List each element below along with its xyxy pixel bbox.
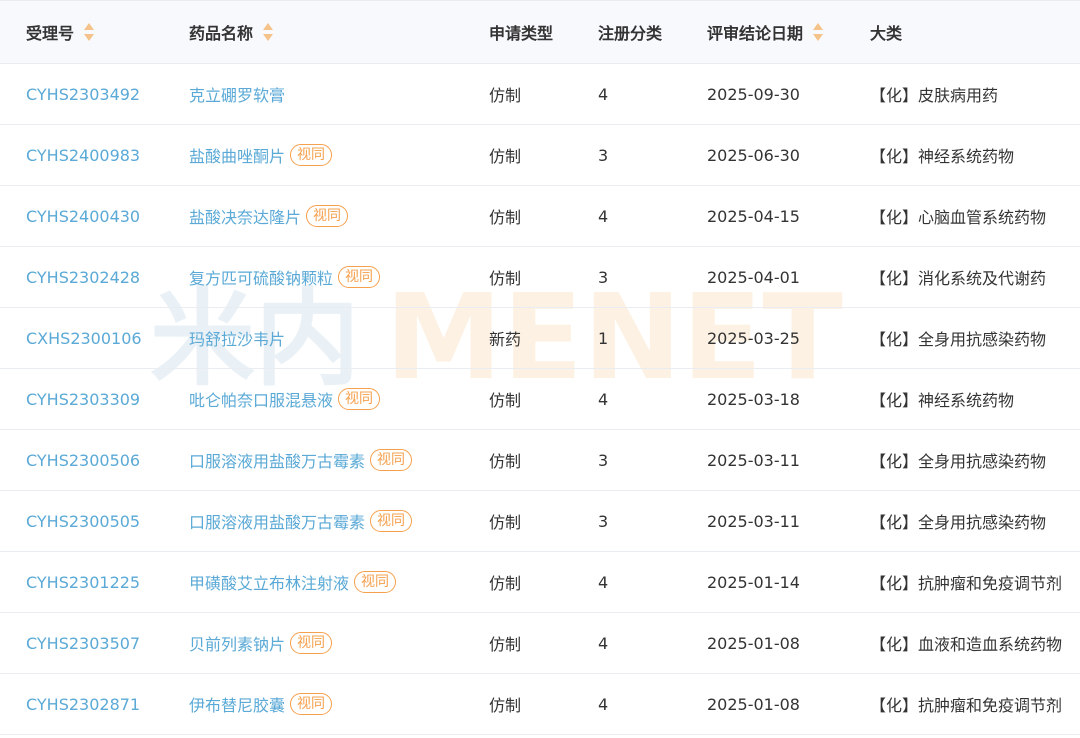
registration-class: 4 [598, 389, 609, 409]
registration-class: 4 [598, 633, 609, 653]
drug-name-link[interactable]: 吡仑帕奈口服混悬液 [189, 387, 333, 411]
receipt-no-link[interactable]: CYHS2303492 [26, 85, 140, 104]
sort-icon[interactable] [812, 22, 824, 42]
drug-name-link[interactable]: 盐酸决奈达隆片 [189, 204, 301, 228]
equivalent-tag: 视同 [290, 632, 333, 654]
registration-class: 4 [598, 694, 609, 714]
table-header: 受理号 药品名称 申请类型 注册分类 评审结论日期 大类 [0, 0, 1080, 64]
review-date: 2025-09-30 [707, 84, 800, 104]
registration-class: 3 [598, 145, 609, 165]
table-body: CYHS2303492 克立硼罗软膏 仿制 4 2025-09-30 【化】皮肤… [0, 64, 1080, 735]
drug-name-link[interactable]: 口服溶液用盐酸万古霉素 [189, 448, 365, 472]
header-review-date[interactable]: 评审结论日期 [707, 1, 824, 63]
equivalent-tag: 视同 [370, 449, 413, 471]
receipt-no-link[interactable]: CYHS2300505 [26, 512, 140, 531]
registration-class: 1 [598, 328, 609, 348]
application-type: 仿制 [489, 513, 522, 532]
receipt-no-link[interactable]: CYHS2303507 [26, 634, 140, 653]
drug-name-link[interactable]: 口服溶液用盐酸万古霉素 [189, 509, 365, 533]
receipt-no-link[interactable]: CYHS2302871 [26, 695, 140, 714]
review-date: 2025-01-14 [707, 572, 800, 592]
drug-name-link[interactable]: 甲磺酸艾立布林注射液 [189, 570, 349, 594]
receipt-no-link[interactable]: CYHS2400430 [26, 207, 140, 226]
application-type: 仿制 [489, 452, 522, 471]
review-date: 2025-03-25 [707, 328, 800, 348]
review-date: 2025-04-01 [707, 267, 800, 287]
application-type: 仿制 [489, 391, 522, 410]
application-type: 仿制 [489, 147, 522, 166]
application-type: 仿制 [489, 635, 522, 654]
equivalent-tag: 视同 [370, 510, 413, 532]
receipt-no-link[interactable]: CYHS2302428 [26, 268, 140, 287]
registration-class: 3 [598, 267, 609, 287]
category: 【化】神经系统药物 [870, 391, 1015, 410]
table-row: CYHS2300505 口服溶液用盐酸万古霉素 视同 仿制 3 2025-03-… [0, 491, 1080, 552]
receipt-no-link[interactable]: CXHS2300106 [26, 329, 142, 348]
review-date: 2025-03-18 [707, 389, 800, 409]
drug-name-link[interactable]: 盐酸曲唑酮片 [189, 143, 285, 167]
table-row: CYHS2301225 甲磺酸艾立布林注射液 视同 仿制 4 2025-01-1… [0, 552, 1080, 613]
category: 【化】血液和造血系统药物 [870, 635, 1063, 654]
drug-review-table: 米内 MENET 受理号 药品名称 申请类型 注册分类 评审结论日期 大类 CY… [0, 0, 1080, 738]
registration-class: 4 [598, 206, 609, 226]
review-date: 2025-03-11 [707, 511, 800, 531]
table-row: CYHS2303492 克立硼罗软膏 仿制 4 2025-09-30 【化】皮肤… [0, 64, 1080, 125]
header-receipt-no[interactable]: 受理号 [26, 1, 95, 63]
equivalent-tag: 视同 [306, 205, 349, 227]
application-type: 仿制 [489, 574, 522, 593]
equivalent-tag: 视同 [354, 571, 397, 593]
receipt-no-link[interactable]: CYHS2301225 [26, 573, 140, 592]
category: 【化】抗肿瘤和免疫调节剂 [870, 696, 1063, 715]
review-date: 2025-04-15 [707, 206, 800, 226]
table-row: CYHS2302871 伊布替尼胶囊 视同 仿制 4 2025-01-08 【化… [0, 674, 1080, 735]
receipt-no-link[interactable]: CYHS2400983 [26, 146, 140, 165]
application-type: 仿制 [489, 86, 522, 105]
equivalent-tag: 视同 [290, 693, 333, 715]
equivalent-tag: 视同 [290, 144, 333, 166]
registration-class: 3 [598, 450, 609, 470]
table-row: CYHS2303507 贝前列素钠片 视同 仿制 4 2025-01-08 【化… [0, 613, 1080, 674]
table-row: CYHS2400983 盐酸曲唑酮片 视同 仿制 3 2025-06-30 【化… [0, 125, 1080, 186]
category: 【化】消化系统及代谢药 [870, 269, 1047, 288]
application-type: 新药 [489, 330, 522, 349]
category: 【化】心脑血管系统药物 [870, 208, 1047, 227]
receipt-no-link[interactable]: CYHS2300506 [26, 451, 140, 470]
review-date: 2025-03-11 [707, 450, 800, 470]
drug-name-link[interactable]: 伊布替尼胶囊 [189, 692, 285, 716]
category: 【化】全身用抗感染药物 [870, 513, 1047, 532]
drug-name-link[interactable]: 贝前列素钠片 [189, 631, 285, 655]
table-row: CXHS2300106 玛舒拉沙韦片 新药 1 2025-03-25 【化】全身… [0, 308, 1080, 369]
category: 【化】抗肿瘤和免疫调节剂 [870, 574, 1063, 593]
receipt-no-link[interactable]: CYHS2303309 [26, 390, 140, 409]
header-drug-name[interactable]: 药品名称 [189, 1, 274, 63]
category: 【化】全身用抗感染药物 [870, 452, 1047, 471]
header-application-type: 申请类型 [489, 24, 554, 43]
table-row: CYHS2400430 盐酸决奈达隆片 视同 仿制 4 2025-04-15 【… [0, 186, 1080, 247]
drug-name-link[interactable]: 玛舒拉沙韦片 [189, 326, 285, 350]
table-row: CYHS2303309 吡仑帕奈口服混悬液 视同 仿制 4 2025-03-18… [0, 369, 1080, 430]
drug-name-link[interactable]: 克立硼罗软膏 [189, 82, 285, 106]
review-date: 2025-01-08 [707, 694, 800, 714]
sort-icon[interactable] [262, 22, 274, 42]
registration-class: 3 [598, 511, 609, 531]
application-type: 仿制 [489, 269, 522, 288]
equivalent-tag: 视同 [338, 266, 381, 288]
header-category: 大类 [870, 24, 903, 43]
drug-name-link[interactable]: 复方匹可硫酸钠颗粒 [189, 265, 333, 289]
category: 【化】皮肤病用药 [870, 86, 999, 105]
sort-icon[interactable] [83, 22, 95, 42]
table-row: CYHS2302428 复方匹可硫酸钠颗粒 视同 仿制 3 2025-04-01… [0, 247, 1080, 308]
category: 【化】神经系统药物 [870, 147, 1015, 166]
category: 【化】全身用抗感染药物 [870, 330, 1047, 349]
header-registration-class: 注册分类 [598, 24, 663, 43]
equivalent-tag: 视同 [338, 388, 381, 410]
registration-class: 4 [598, 572, 609, 592]
application-type: 仿制 [489, 208, 522, 227]
review-date: 2025-01-08 [707, 633, 800, 653]
registration-class: 4 [598, 84, 609, 104]
table-row: CYHS2300506 口服溶液用盐酸万古霉素 视同 仿制 3 2025-03-… [0, 430, 1080, 491]
application-type: 仿制 [489, 696, 522, 715]
review-date: 2025-06-30 [707, 145, 800, 165]
